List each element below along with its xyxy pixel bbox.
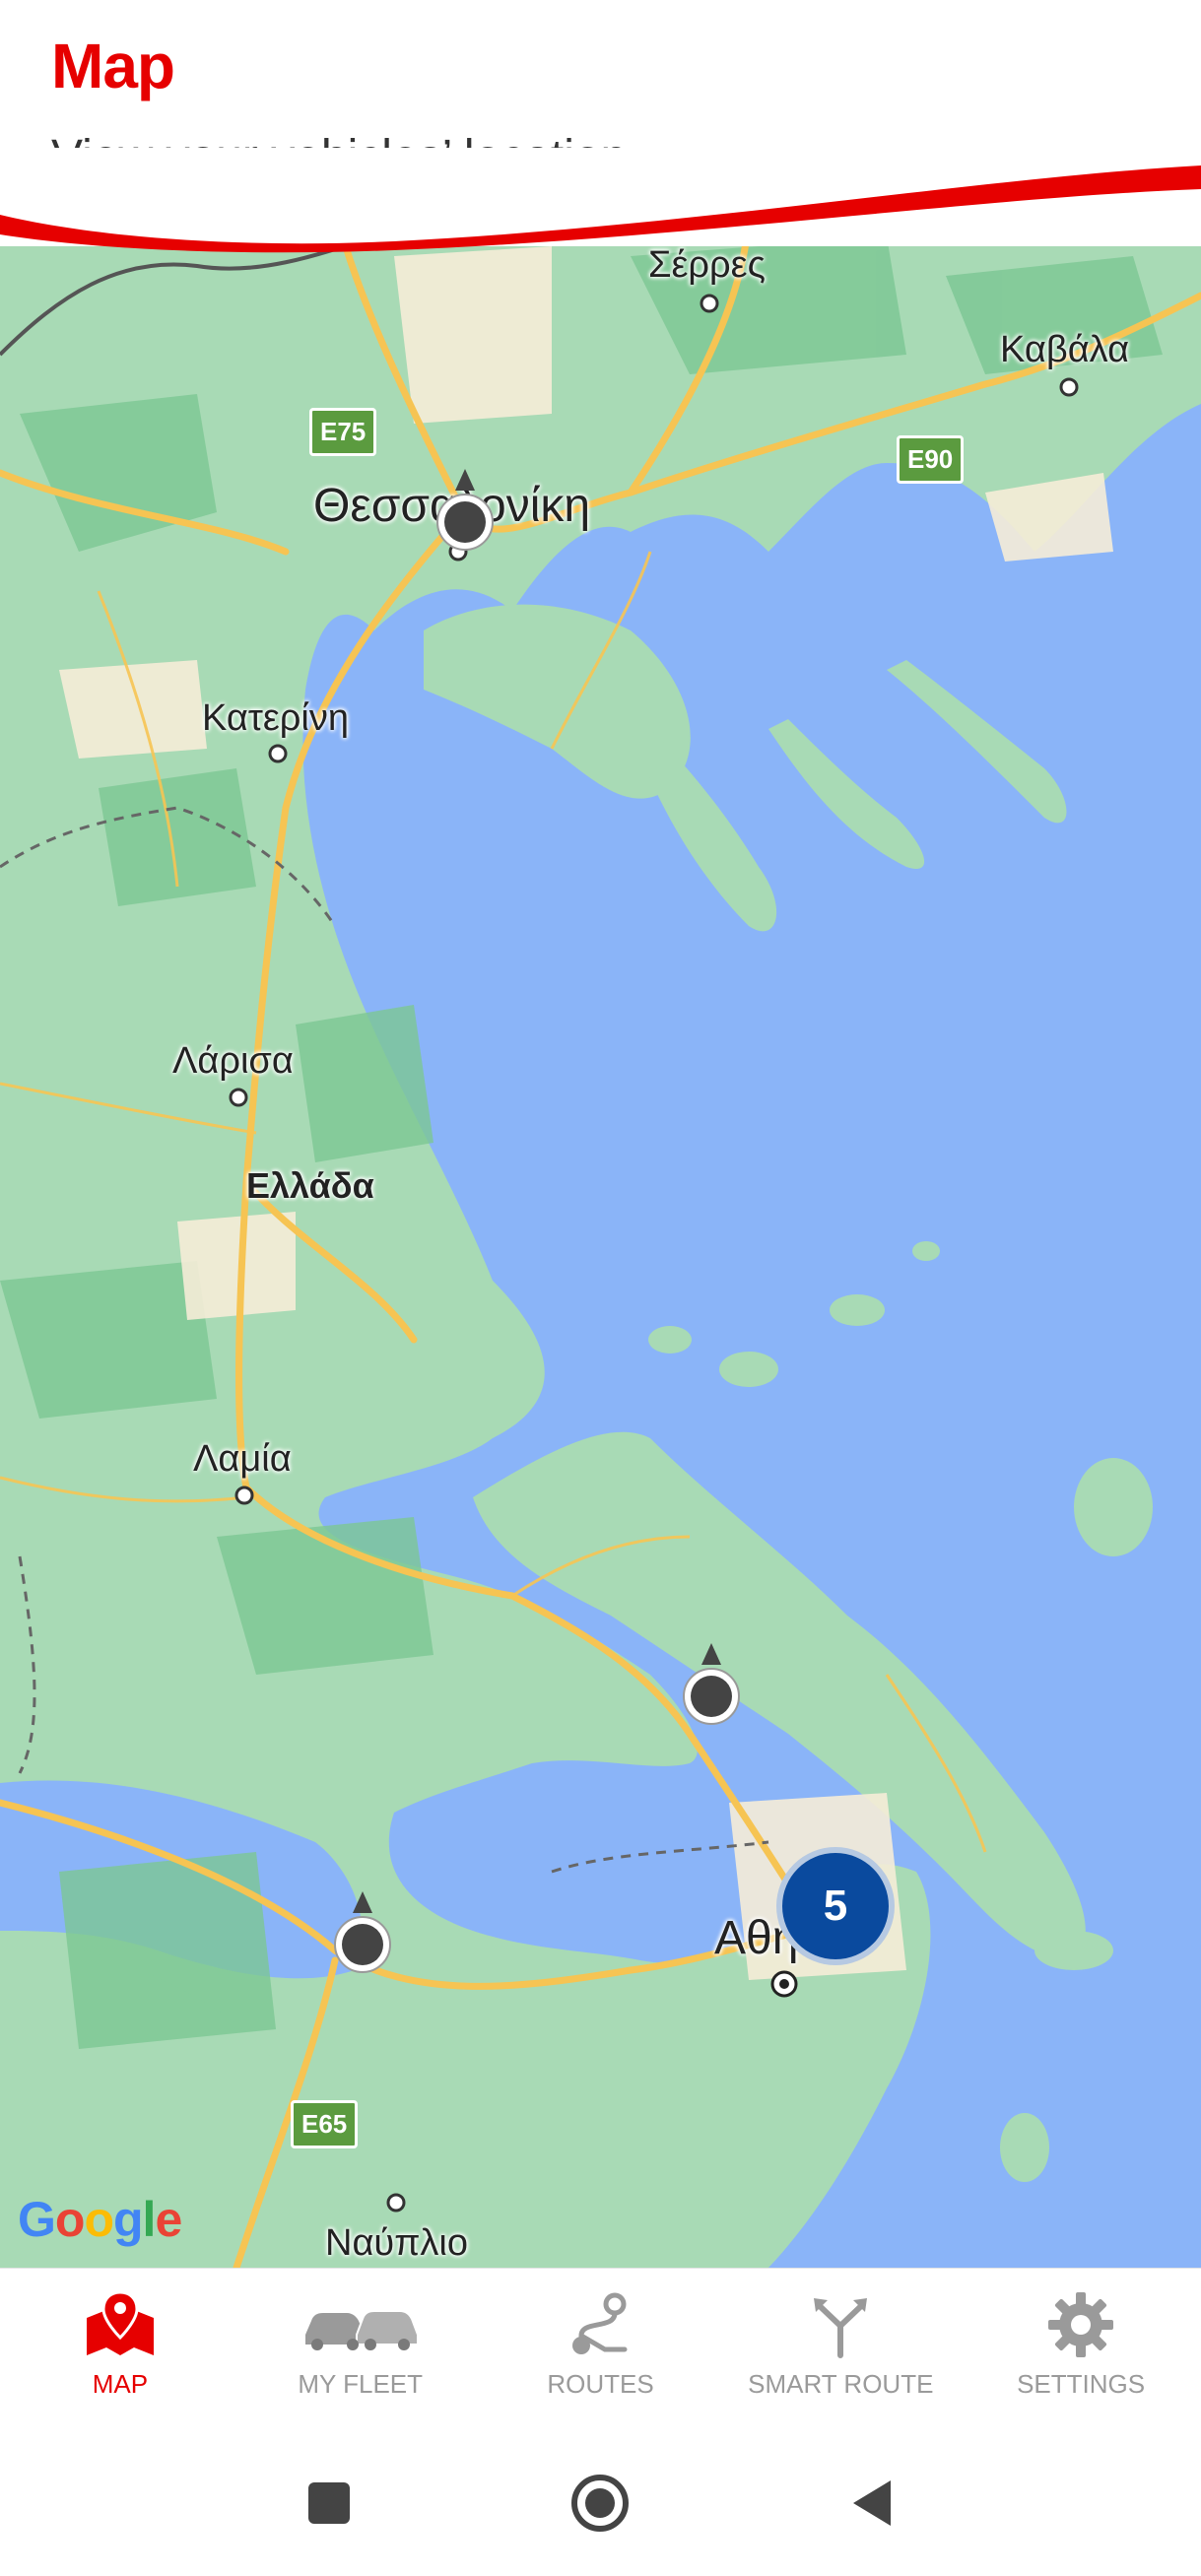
city-label-lamia: Λαμία <box>193 1438 292 1480</box>
city-label-larisa: Λάρισα <box>172 1040 294 1082</box>
system-navigation-bar <box>0 2435 1201 2576</box>
city-label-kavala: Καβάλα <box>1000 329 1130 370</box>
triangle-back-icon <box>852 2480 891 2526</box>
road-shield-e90: E90 <box>897 435 965 484</box>
city-label-nafplio: Ναύπλιο <box>325 2222 468 2264</box>
bottom-navigation: MAP MY FLEET ROUTES SMART ROUTE SETTINGS <box>0 2268 1201 2436</box>
road-shield-e75: E75 <box>309 408 377 456</box>
vehicle-marker[interactable] <box>435 469 495 554</box>
route-icon <box>572 2292 628 2354</box>
nav-item-smart-route[interactable]: SMART ROUTE <box>720 2269 961 2436</box>
vehicle-marker[interactable] <box>682 1643 741 1728</box>
city-label-katerini: Κατερίνη <box>202 697 349 739</box>
vehicle-cluster-marker[interactable]: 5 <box>776 1847 895 1965</box>
country-label-ellada: Ελλάδα <box>246 1165 374 1206</box>
circle-icon <box>571 2475 630 2532</box>
fork-arrow-icon <box>814 2298 868 2358</box>
google-logo: Google <box>18 2192 182 2247</box>
recents-button[interactable] <box>304 2478 354 2533</box>
back-button[interactable] <box>847 2477 897 2535</box>
nav-item-map[interactable]: MAP <box>0 2269 240 2436</box>
nav-item-settings[interactable]: SETTINGS <box>961 2269 1201 2436</box>
nav-item-routes[interactable]: ROUTES <box>481 2269 721 2436</box>
nav-label-my-fleet: MY FLEET <box>298 2369 424 2399</box>
nav-label-routes: ROUTES <box>547 2369 654 2399</box>
home-button[interactable] <box>568 2472 632 2540</box>
nav-label-smart-route: SMART ROUTE <box>748 2369 934 2399</box>
nav-label-map: MAP <box>92 2369 149 2399</box>
cars-icon <box>304 2310 419 2350</box>
vehicle-marker-icon <box>436 469 494 551</box>
header-wave-divider <box>0 148 1201 253</box>
page-title: Map <box>51 31 175 101</box>
road-shield-e65: E65 <box>291 2100 359 2148</box>
square-icon <box>308 2482 351 2524</box>
vehicle-marker-icon <box>683 1643 740 1725</box>
map-pin-icon <box>86 2290 154 2355</box>
vehicle-marker-icon <box>334 1891 391 1973</box>
nav-label-settings: SETTINGS <box>1017 2369 1146 2399</box>
gear-icon <box>1048 2292 1114 2357</box>
vehicle-marker[interactable] <box>333 1891 392 1976</box>
nav-item-my-fleet[interactable]: MY FLEET <box>240 2269 481 2436</box>
